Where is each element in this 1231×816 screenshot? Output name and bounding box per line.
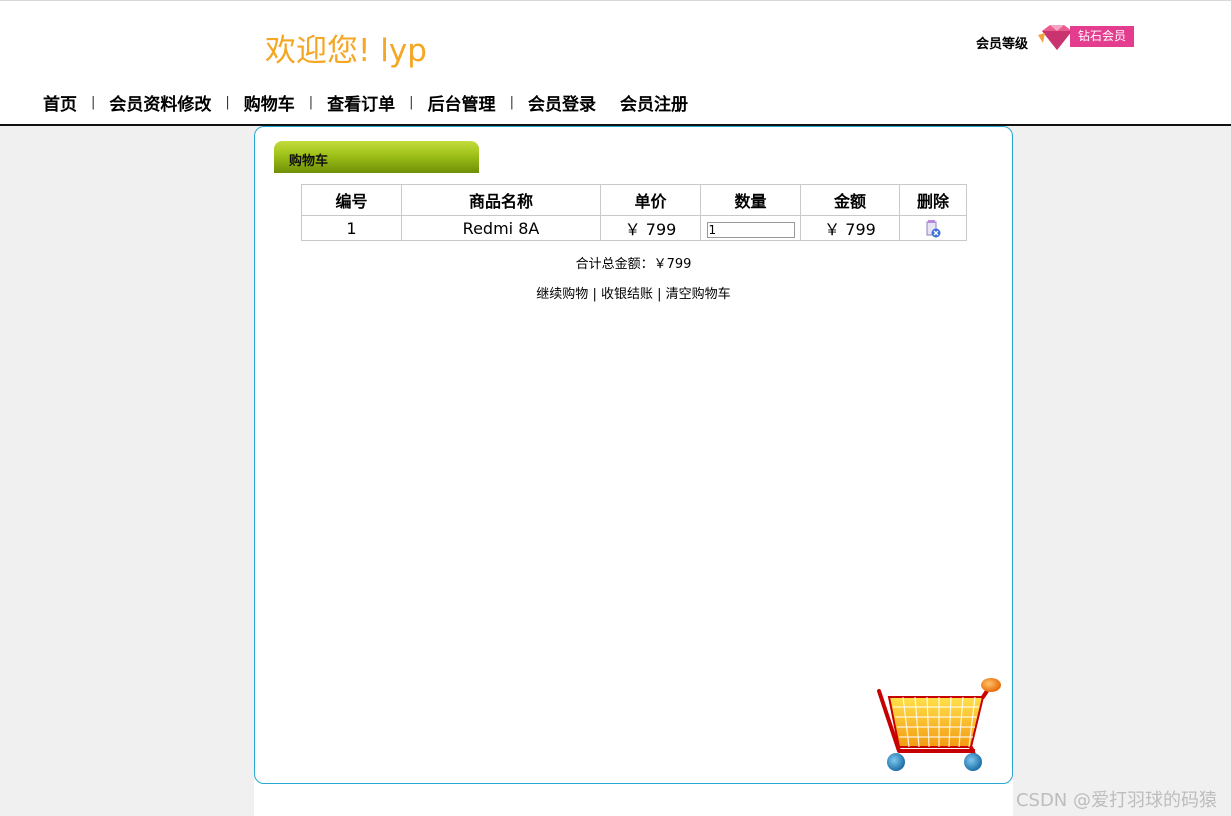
table-header-row: 编号 商品名称 单价 数量 金额 删除 [301, 184, 967, 216]
nav-separator: | [509, 94, 514, 110]
column-header-quantity: 数量 [700, 184, 801, 216]
nav-separator: | [409, 94, 414, 110]
cell-name: Redmi 8A [401, 215, 601, 241]
nav-separator: | [225, 94, 230, 110]
quantity-input[interactable] [706, 221, 795, 238]
cell-quantity [700, 215, 801, 241]
delete-icon[interactable] [925, 219, 941, 238]
nav-separator: | [308, 94, 314, 110]
nav-item-cart[interactable]: 购物车 [244, 90, 295, 115]
member-badge-label: 钻石会员 [1070, 26, 1134, 47]
member-level-label: 会员等级 [976, 37, 1029, 52]
table-row: 1 Redmi 8A ￥ 799 ￥ 799 [301, 215, 967, 241]
link-separator: | [592, 287, 597, 302]
cell-price: ￥ 799 [600, 215, 701, 241]
cart-actions: 继续购物 | 收银结账 | 清空购物车 [255, 283, 1012, 302]
continue-shopping-link[interactable]: 继续购物 [536, 287, 588, 302]
cart-total: 合计总金额：￥799 [575, 257, 692, 272]
column-header-id: 编号 [301, 184, 402, 216]
nav-item-home[interactable]: 首页 [43, 90, 77, 115]
nav-item-register[interactable]: 会员注册 [620, 90, 688, 115]
cell-delete [899, 215, 967, 241]
member-badge: 钻石会员 [1038, 23, 1136, 51]
nav-separator: | [91, 94, 96, 110]
nav-item-admin[interactable]: 后台管理 [428, 90, 496, 115]
shopping-cart-icon [877, 678, 1001, 771]
welcome-text: 欢迎您! lyp [265, 33, 427, 69]
column-header-amount: 金额 [800, 184, 900, 216]
cart-tab-title: 购物车 [289, 154, 329, 169]
cart-tab: 购物车 [274, 141, 479, 173]
link-separator: | [657, 287, 662, 302]
diamond-icon [1038, 25, 1072, 50]
panel-shadow [254, 780, 1013, 816]
column-header-delete: 删除 [899, 184, 967, 216]
cell-id: 1 [301, 215, 402, 241]
main-nav: 首页 | 会员资料修改 | 购物车 | 查看订单 | 后台管理 | 会员登录 会… [43, 90, 688, 115]
cell-amount: ￥ 799 [800, 215, 900, 241]
nav-item-profile-edit[interactable]: 会员资料修改 [109, 90, 211, 115]
clear-cart-link[interactable]: 清空购物车 [666, 287, 731, 302]
watermark: CSDN @爱打羽球的码猿 [1015, 790, 1217, 811]
column-header-price: 单价 [600, 184, 701, 216]
cart-table: 编号 商品名称 单价 数量 金额 删除 1 Redmi 8A ￥ 799 ￥ 7… [301, 184, 967, 241]
page-header: 欢迎您! lyp 会员等级 钻石会员 首页 | 会员资料修改 | 购物车 | 查… [0, 1, 1231, 126]
column-header-name: 商品名称 [401, 184, 601, 216]
nav-item-orders[interactable]: 查看订单 [327, 90, 395, 115]
checkout-link[interactable]: 收银结账 [601, 287, 653, 302]
nav-item-login[interactable]: 会员登录 [528, 90, 596, 115]
cart-panel: 购物车 编号 商品名称 单价 数量 金额 删除 1 Redmi 8A ￥ 799… [254, 126, 1013, 784]
